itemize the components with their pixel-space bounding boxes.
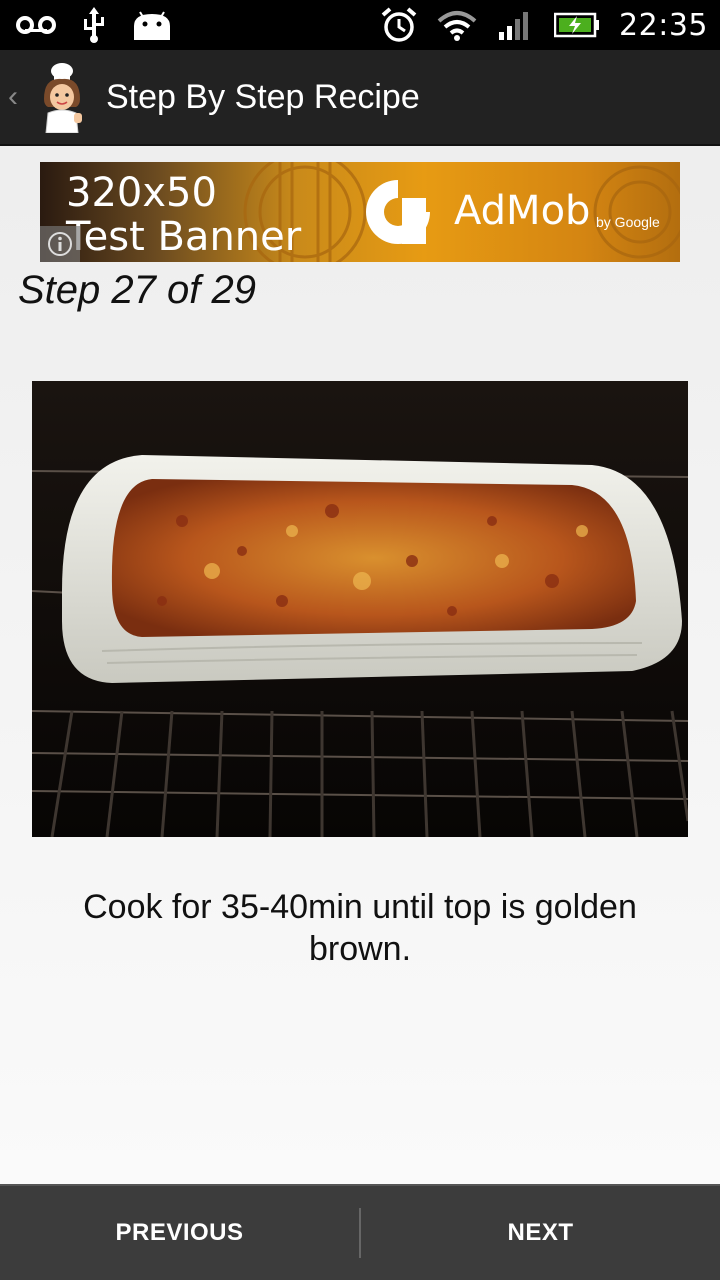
signal-icon	[495, 7, 535, 43]
ad-size-label: 320x50	[66, 170, 217, 216]
wifi-icon	[437, 7, 477, 43]
chef-logo-icon[interactable]	[34, 61, 90, 134]
battery-charging-icon	[553, 7, 601, 43]
ad-brand-label: AdMob	[454, 188, 591, 234]
status-bar-left	[16, 7, 172, 43]
previous-button[interactable]: PREVIOUS	[0, 1186, 359, 1280]
status-bar: 22:35	[0, 0, 720, 50]
bottom-navigation: PREVIOUS NEXT	[0, 1184, 720, 1280]
android-icon	[132, 7, 172, 43]
voicemail-icon	[16, 7, 56, 43]
app-title: Step By Step Recipe	[106, 77, 420, 116]
ad-by-label: by Google	[596, 214, 660, 230]
step-heading: Step 27 of 29	[18, 268, 256, 312]
next-button[interactable]: NEXT	[361, 1186, 720, 1280]
usb-icon	[74, 7, 114, 43]
back-chevron-icon[interactable]: ‹	[8, 80, 26, 114]
admob-logo-icon	[360, 174, 436, 250]
clock: 22:35	[619, 7, 708, 43]
status-bar-right: 22:35	[379, 7, 708, 43]
info-icon[interactable]	[40, 226, 80, 262]
step-description: Cook for 35-40min until top is golden br…	[83, 888, 637, 968]
ad-banner[interactable]: 320x50 Test Banner AdMob by Google	[40, 162, 680, 262]
step-image	[31, 381, 690, 838]
alarm-icon	[379, 7, 419, 43]
ad-banner-label: Test Banner	[66, 214, 302, 260]
action-bar: ‹ Step By Step Recipe	[0, 50, 720, 146]
